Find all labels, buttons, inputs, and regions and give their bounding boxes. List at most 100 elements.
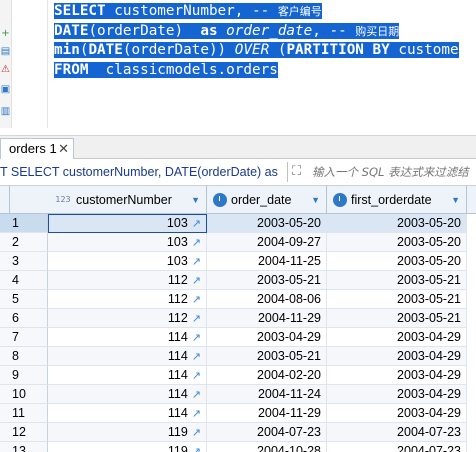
cell-order_date[interactable]: 2003-05-21 — [207, 271, 327, 290]
link-icon[interactable]: ↗ — [192, 215, 201, 234]
cell-order_date[interactable]: 2004-10-28 — [207, 442, 327, 452]
row-number[interactable]: 3 — [0, 252, 48, 271]
filter-input[interactable] — [312, 161, 476, 183]
sql-token: custome — [389, 42, 459, 58]
link-icon[interactable]: ↗ — [192, 348, 201, 367]
column-header-order_date[interactable]: order_date ▼ — [207, 186, 327, 214]
format-icon[interactable]: ▤ — [0, 46, 11, 58]
sql-keyword: PARTITION BY — [286, 42, 390, 58]
cell-customerNumber[interactable]: 103 ↗ — [48, 252, 207, 271]
link-icon[interactable]: ↗ — [192, 405, 201, 424]
sql-keyword: DATE — [54, 22, 89, 39]
cell-first_orderdate[interactable]: 2003-05-20 — [327, 214, 467, 233]
cell-first_orderdate[interactable]: 2003-04-29 — [327, 385, 467, 404]
row-number[interactable]: 10 — [0, 385, 48, 404]
link-icon[interactable]: ↗ — [192, 329, 201, 348]
date-type-icon — [333, 192, 347, 207]
cell-first_orderdate[interactable]: 2003-04-29 — [327, 328, 467, 347]
results-grid[interactable]: 123 customerNumber ▼ order_date ▼ first_order… — [0, 186, 476, 452]
sql-keyword: min — [54, 42, 80, 58]
grid-header: 123 customerNumber ▼ order_date ▼ first_order… — [0, 186, 476, 214]
row-number[interactable]: 11 — [0, 404, 48, 423]
link-icon[interactable]: ↗ — [192, 443, 201, 452]
explain-icon[interactable]: ▣ — [0, 84, 11, 96]
close-icon[interactable]: ✕ — [58, 139, 69, 159]
cell-customerNumber[interactable]: 103 ↗ — [48, 233, 207, 252]
cell-first_orderdate[interactable]: 2004-07-23 — [327, 423, 467, 442]
cell-first_orderdate[interactable]: 2003-04-29 — [327, 347, 467, 366]
cell-value: 103 — [166, 235, 188, 249]
cell-value: 2004-02-20 — [257, 368, 321, 382]
cell-value: 2004-07-23 — [397, 444, 461, 452]
run-icon[interactable]: + — [0, 28, 11, 40]
cell-order_date[interactable]: 2004-11-29 — [207, 404, 327, 423]
row-number[interactable]: 4 — [0, 271, 48, 290]
cell-first_orderdate[interactable]: 2003-05-21 — [327, 290, 467, 309]
row-header-corner[interactable] — [0, 186, 10, 214]
link-icon[interactable]: ↗ — [192, 424, 201, 443]
cell-order_date[interactable]: 2003-04-29 — [207, 328, 327, 347]
cell-order_date[interactable]: 2003-05-20 — [207, 214, 327, 233]
sql-comment: 客户编号 — [277, 5, 322, 18]
cell-order_date[interactable]: 2003-05-21 — [207, 347, 327, 366]
cell-value: 2003-04-29 — [397, 387, 461, 401]
cell-customerNumber[interactable]: 112 ↗ — [48, 271, 207, 290]
cell-customerNumber[interactable]: 114 ↗ — [48, 347, 207, 366]
cell-order_date[interactable]: 2004-08-06 — [207, 290, 327, 309]
row-number[interactable]: 13 — [0, 442, 48, 452]
sql-token: customerNumber, -- — [105, 3, 278, 19]
row-number[interactable]: 12 — [0, 423, 48, 442]
cell-customerNumber[interactable]: 114 ↗ — [48, 366, 207, 385]
sql-editor[interactable]: + ▤ ⚠ ▣ ▥ SELECT customerNumber, -- 客户编号… — [0, 0, 476, 128]
editor-margin-line — [47, 0, 48, 128]
link-icon[interactable]: ↗ — [192, 367, 201, 386]
cell-customerNumber[interactable]: 119 ↗ — [48, 423, 207, 442]
row-number[interactable]: 2 — [0, 233, 48, 252]
cell-value: 2004-07-23 — [397, 425, 461, 439]
filter-icon[interactable]: ⛶ — [292, 163, 308, 179]
cell-first_orderdate[interactable]: 2003-05-20 — [327, 233, 467, 252]
cell-order_date[interactable]: 2004-11-24 — [207, 385, 327, 404]
cell-first_orderdate[interactable]: 2003-04-29 — [327, 404, 467, 423]
link-icon[interactable]: ↗ — [192, 234, 201, 253]
row-number[interactable]: 9 — [0, 366, 48, 385]
cell-value: 114 — [167, 406, 188, 420]
cell-order_date[interactable]: 2004-02-20 — [207, 366, 327, 385]
sql-comment: 购买日期 — [355, 24, 400, 38]
tab-orders-1[interactable]: orders 1 ✕ — [0, 138, 74, 160]
cell-first_orderdate[interactable]: 2003-05-21 — [327, 271, 467, 290]
column-header-first_orderdate[interactable]: first_orderdate ▼ — [327, 186, 467, 214]
cell-customerNumber[interactable]: 114 ↗ — [48, 385, 207, 404]
row-number[interactable]: 8 — [0, 347, 48, 366]
sort-arrow-icon[interactable]: ▼ — [191, 186, 200, 214]
cell-order_date[interactable]: 2004-09-27 — [207, 233, 327, 252]
link-icon[interactable]: ↗ — [192, 386, 201, 405]
sort-arrow-icon[interactable]: ▼ — [311, 186, 320, 214]
cell-customerNumber[interactable]: 112 ↗ — [48, 309, 207, 328]
cell-first_orderdate[interactable]: 2003-04-29 — [327, 366, 467, 385]
row-number[interactable]: 1 — [0, 214, 48, 233]
cell-order_date[interactable]: 2004-11-25 — [207, 252, 327, 271]
history-icon[interactable]: ▥ — [0, 106, 11, 118]
row-number[interactable]: 7 — [0, 328, 48, 347]
column-header-customerNumber[interactable]: 123 customerNumber ▼ — [48, 186, 207, 214]
cell-order_date[interactable]: 2004-07-23 — [207, 423, 327, 442]
link-icon[interactable]: ↗ — [192, 310, 201, 329]
link-icon[interactable]: ↗ — [192, 291, 201, 310]
link-icon[interactable]: ↗ — [192, 272, 201, 291]
row-number[interactable]: 6 — [0, 309, 48, 328]
sql-code[interactable]: SELECT customerNumber, -- 客户编号 DATE(order… — [54, 2, 459, 80]
row-number[interactable]: 5 — [0, 290, 48, 309]
link-icon[interactable]: ↗ — [192, 253, 201, 272]
cell-value: 114 — [167, 368, 188, 382]
cell-customerNumber[interactable]: 114 ↗ — [48, 404, 207, 423]
cell-first_orderdate[interactable]: 2003-05-21 — [327, 309, 467, 328]
cell-order_date[interactable]: 2004-11-29 — [207, 309, 327, 328]
cell-customerNumber[interactable]: 103 ↗ — [48, 214, 207, 233]
cell-first_orderdate[interactable]: 2003-05-20 — [327, 252, 467, 271]
cell-first_orderdate[interactable]: 2004-07-23 — [327, 442, 467, 452]
sort-arrow-icon[interactable]: ▼ — [451, 186, 460, 214]
cell-customerNumber[interactable]: 112 ↗ — [48, 290, 207, 309]
cell-customerNumber[interactable]: 114 ↗ — [48, 328, 207, 347]
cell-customerNumber[interactable]: 119 ↗ — [48, 442, 207, 452]
